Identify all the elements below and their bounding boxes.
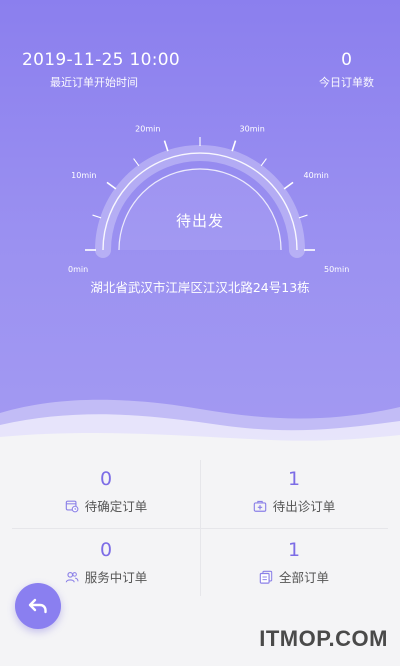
- gauge-tick: [231, 140, 237, 152]
- watermark-logo: ITMOP.COM: [259, 626, 388, 651]
- gauge-tick-label: 30min: [240, 124, 265, 133]
- gauge-tick-label: 50min: [324, 265, 349, 274]
- order-summary-grid: 0 待确定订单 1 待出诊订单 0 服务中订单 1 全部订单: [12, 458, 388, 598]
- in-service-count: 0: [99, 539, 113, 561]
- address-text: 湖北省武汉市江岸区江汉北路24号13栋: [90, 280, 310, 295]
- all-orders[interactable]: 1 全部订单: [200, 529, 388, 599]
- wave-decoration: [0, 399, 400, 445]
- calendar-clock-icon: [65, 500, 79, 512]
- gauge-tick-label: 20min: [135, 124, 160, 133]
- timer-gauge: 0min 10min 20min 30min 40min 50min: [68, 124, 349, 274]
- in-service-label: 服务中订单: [84, 570, 148, 585]
- pending-confirm-count: 0: [99, 468, 113, 490]
- all-orders-label: 全部订单: [278, 570, 329, 585]
- pending-visit-count: 1: [287, 468, 301, 490]
- pending-confirm-orders[interactable]: 0 待确定订单: [12, 458, 200, 528]
- all-orders-count: 1: [287, 539, 301, 561]
- gauge-tick-label: 40min: [304, 171, 329, 180]
- gauge-tick: [283, 181, 294, 190]
- gauge-tick: [163, 140, 169, 152]
- gauge-tick-label: 0min: [68, 265, 88, 274]
- undo-arrow-icon: [28, 598, 47, 614]
- gauge-tick: [106, 181, 117, 190]
- gauge-tick-label: 10min: [71, 171, 96, 180]
- pending-visit-orders[interactable]: 1 待出诊订单: [200, 458, 388, 528]
- gauge-tick: [133, 158, 140, 167]
- order-status: 待出发: [175, 212, 224, 230]
- gauge-tick: [260, 158, 267, 167]
- header-panel: 2019-11-25 10:00 最近订单开始时间 0 今日订单数 0min 10…: [0, 0, 400, 445]
- pending-confirm-label: 待确定订单: [84, 499, 148, 514]
- pending-visit-label: 待出诊订单: [272, 499, 336, 514]
- medical-kit-icon: [253, 500, 266, 512]
- back-button[interactable]: [15, 583, 61, 629]
- documents-icon: [259, 570, 273, 584]
- users-icon: [65, 571, 79, 582]
